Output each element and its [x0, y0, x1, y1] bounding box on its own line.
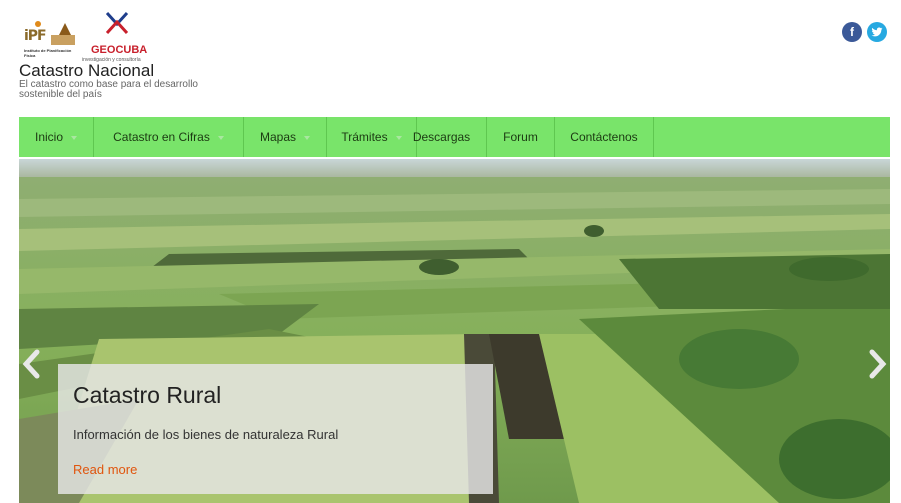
ipf-logo-base: [51, 35, 75, 45]
geocuba-logo[interactable]: GEOCUBA investigación y consultoría: [82, 10, 152, 64]
ipf-logo[interactable]: iPF Instituto de Planificación Física: [24, 21, 82, 61]
nav-item-label: Descargas: [412, 130, 471, 144]
nav-item-label: Inicio: [34, 130, 63, 144]
ipf-logo-dot: [35, 21, 41, 27]
nav-item-inicio[interactable]: Inicio: [19, 117, 94, 157]
hero-slider[interactable]: Catastro Rural Información de los bienes…: [19, 159, 890, 503]
nav-item-catastro-en-cifras[interactable]: Catastro en Cifras: [94, 117, 244, 157]
site-title[interactable]: Catastro Nacional: [19, 62, 154, 80]
ipf-logo-subtitle: Instituto de Planificación Física: [24, 48, 72, 58]
twitter-bird-icon: [871, 27, 883, 37]
site-header: iPF Instituto de Planificación Física GE…: [0, 0, 901, 116]
chevron-left-icon[interactable]: [21, 349, 43, 379]
facebook-icon[interactable]: f: [842, 22, 862, 42]
geocuba-mark-icon: [105, 11, 129, 35]
chevron-down-icon: [71, 135, 77, 140]
nav-item-label: Contáctenos: [570, 130, 638, 144]
chevron-down-icon: [217, 135, 224, 140]
nav-item-descargas[interactable]: Descargas: [397, 117, 487, 157]
nav-item-forum[interactable]: Forum: [487, 117, 555, 157]
nav-item-label: Mapas: [259, 130, 297, 144]
slide-title: Catastro Rural: [73, 382, 222, 408]
main-navigation: Inicio Catastro en Cifras Mapas Trámites…: [19, 117, 890, 157]
chevron-down-icon: [304, 135, 311, 140]
nav-item-label: Trámites: [341, 130, 388, 144]
twitter-icon[interactable]: [867, 22, 887, 42]
geocuba-name: GEOCUBA: [91, 44, 148, 56]
nav-item-contactenos[interactable]: Contáctenos: [555, 117, 654, 157]
ipf-logo-text: iPF: [24, 28, 47, 44]
read-more-link[interactable]: Read more: [73, 462, 137, 477]
nav-item-label: Forum: [503, 130, 538, 144]
site-tagline: El catastro como base para el desarrollo…: [19, 79, 198, 100]
nav-item-mapas[interactable]: Mapas: [244, 117, 327, 157]
chevron-right-icon[interactable]: [866, 349, 888, 379]
slide-description: Información de los bienes de naturaleza …: [73, 427, 339, 442]
nav-item-label: Catastro en Cifras: [113, 130, 210, 144]
slide-caption: Catastro Rural Información de los bienes…: [58, 364, 493, 494]
